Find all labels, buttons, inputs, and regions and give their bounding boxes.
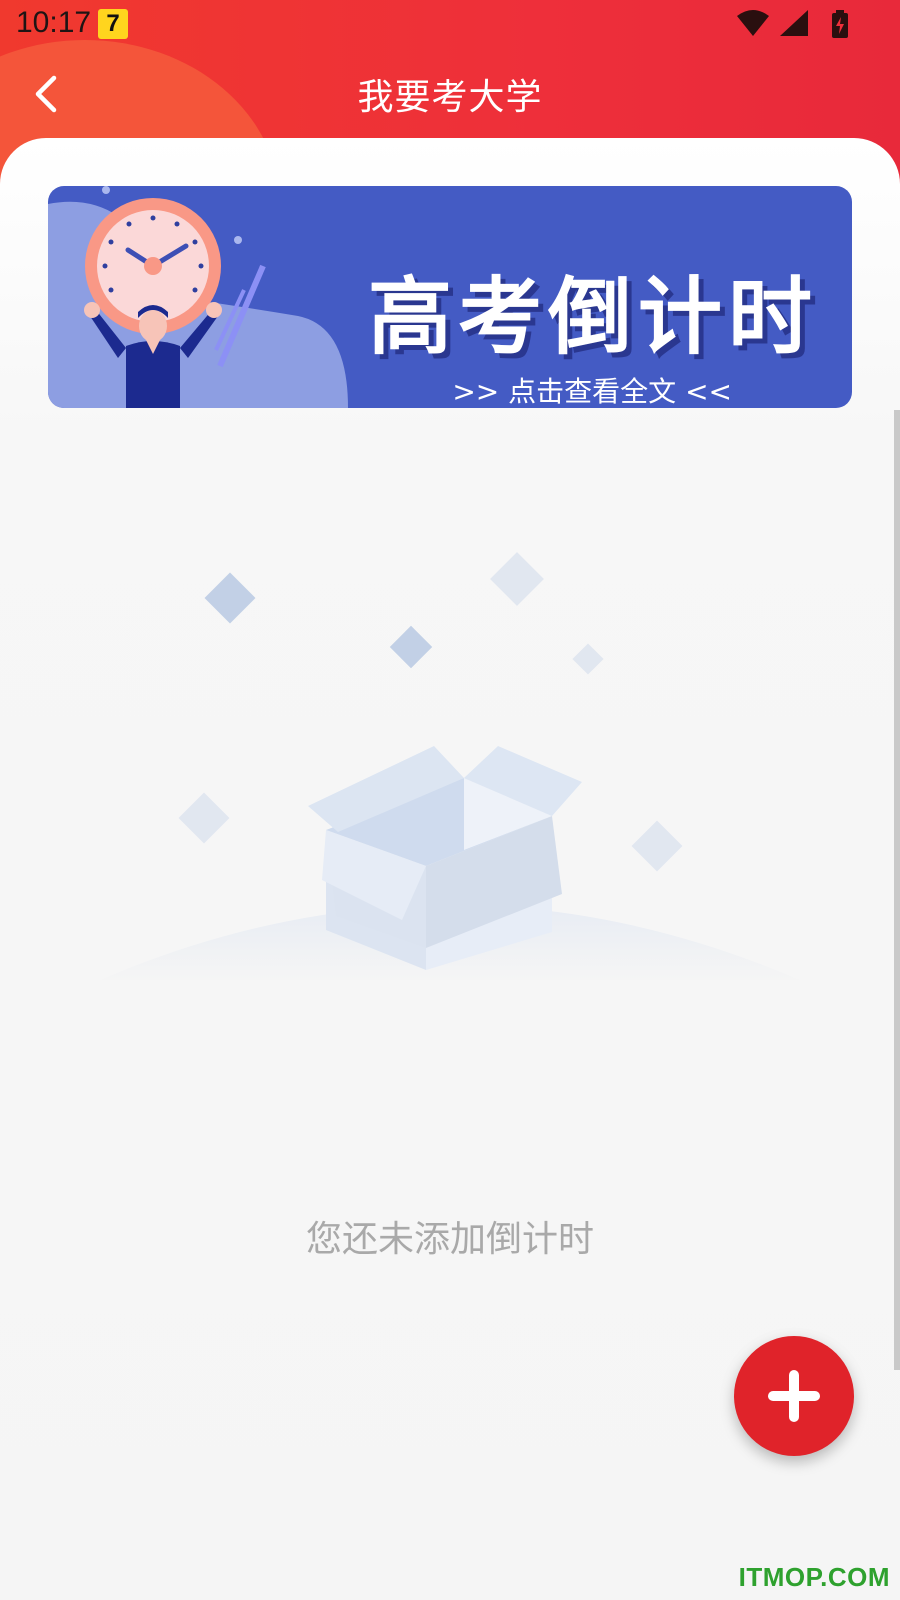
page-title: 我要考大学 (357, 77, 543, 118)
gaokao-countdown-banner[interactable]: 高考倒计时 >> 点击查看全文 << (48, 186, 852, 408)
cellular-signal-icon (780, 10, 809, 36)
scrollbar[interactable] (894, 410, 900, 1370)
notification-app-icon: 7 (98, 9, 128, 39)
empty-state-message: 您还未添加倒计时 (305, 1219, 594, 1260)
status-bar: 10:17 7 (0, 0, 900, 50)
clock-illustration (48, 186, 348, 408)
banner-read-more-link[interactable]: >> 点击查看全文 << (452, 370, 732, 408)
watermark: ITMOP.COM (738, 1562, 890, 1592)
add-countdown-button[interactable] (734, 1336, 854, 1456)
banner-title: 高考倒计时 (367, 268, 818, 366)
status-icons (736, 10, 850, 40)
status-time: 10:17 (16, 6, 92, 39)
wifi-icon (736, 10, 769, 36)
battery-charging-icon (832, 10, 848, 38)
open-box-icon (100, 552, 800, 980)
